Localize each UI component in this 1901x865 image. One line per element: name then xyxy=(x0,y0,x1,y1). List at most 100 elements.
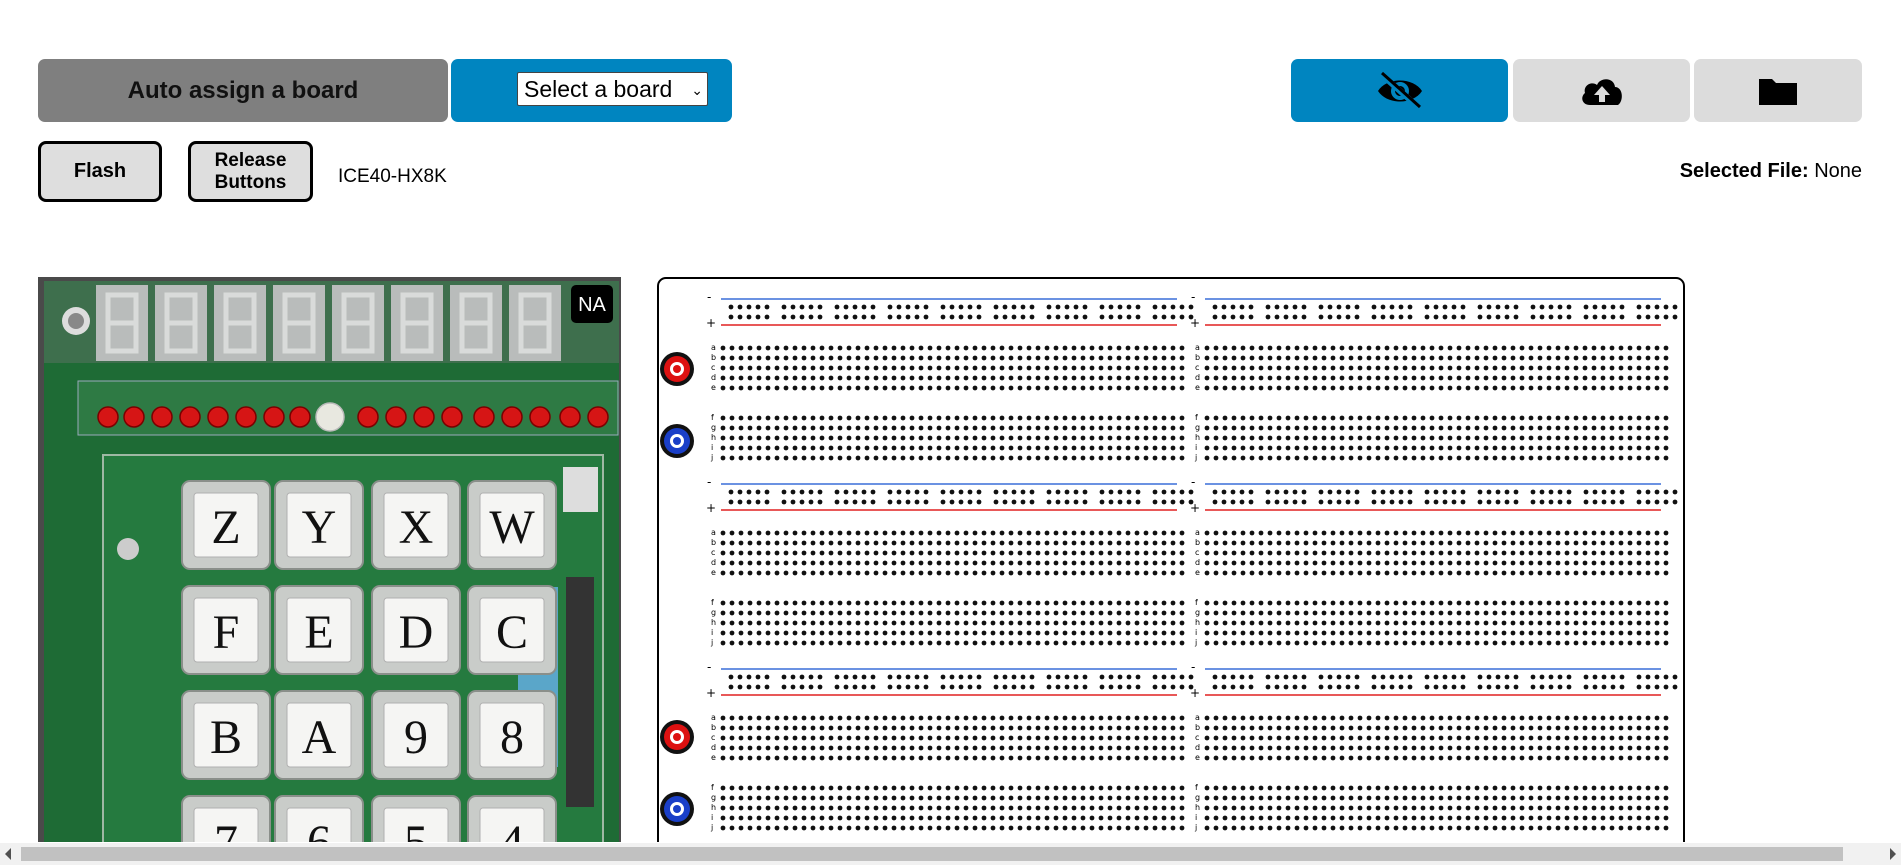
board-select[interactable]: Select a board ⌄ xyxy=(517,72,708,106)
seven-segment-digit xyxy=(273,285,325,361)
board-select-value: Select a board xyxy=(524,75,673,102)
rail-plus-label: + xyxy=(706,316,716,330)
row-label: f xyxy=(1195,598,1198,607)
row-label: j xyxy=(1194,638,1197,647)
key-label: W xyxy=(489,501,535,554)
red-led xyxy=(413,406,435,428)
red-led xyxy=(207,406,229,428)
key-button[interactable]: F xyxy=(181,585,271,675)
key-label: 4 xyxy=(500,816,524,842)
row-label: g xyxy=(711,608,716,617)
open-folder-button[interactable] xyxy=(1694,59,1862,122)
row-label: e xyxy=(1195,753,1200,762)
red-binding-post xyxy=(660,352,694,386)
scrollbar-thumb[interactable] xyxy=(21,847,1843,861)
red-led xyxy=(501,406,523,428)
seven-segment-digit xyxy=(96,285,148,361)
row-label: a xyxy=(1195,713,1200,722)
key-label: Y xyxy=(302,501,337,554)
rail-minus-label: - xyxy=(707,660,711,674)
row-label: i xyxy=(1195,443,1197,452)
key-button[interactable]: 8 xyxy=(467,690,557,780)
key-button[interactable]: D xyxy=(371,585,461,675)
row-label: h xyxy=(1195,433,1200,442)
row-label: g xyxy=(711,423,716,432)
key-button[interactable]: 7 xyxy=(181,795,271,842)
auto-assign-board-button[interactable]: Auto assign a board xyxy=(38,59,448,122)
toggle-visibility-button[interactable] xyxy=(1291,59,1508,122)
row-label: j xyxy=(710,638,713,647)
row-label: e xyxy=(1195,568,1200,577)
row-label: c xyxy=(711,548,715,557)
key-button[interactable]: X xyxy=(371,480,461,570)
selected-file-info: Selected File: None xyxy=(1680,160,1862,183)
rail-plus-label: + xyxy=(1190,501,1200,515)
scroll-right-arrow-icon[interactable] xyxy=(1890,848,1896,860)
flash-button[interactable]: Flash xyxy=(38,141,162,202)
red-led xyxy=(473,406,495,428)
row-label: h xyxy=(711,803,716,812)
upload-button[interactable] xyxy=(1513,59,1690,122)
row-label: h xyxy=(1195,803,1200,812)
seven-segment-digit xyxy=(332,285,384,361)
red-led xyxy=(179,406,201,428)
red-led xyxy=(123,406,145,428)
row-label: h xyxy=(711,433,716,442)
key-label: 9 xyxy=(404,711,428,764)
key-label: F xyxy=(213,606,240,659)
key-label: Z xyxy=(211,501,240,554)
seven-segment-digit xyxy=(214,285,266,361)
row-label: f xyxy=(1195,413,1198,422)
key-button[interactable]: 4 xyxy=(467,795,557,842)
key-button[interactable]: C xyxy=(467,585,557,675)
key-button[interactable]: B xyxy=(181,690,271,780)
key-label: A xyxy=(302,711,337,764)
key-button[interactable]: 6 xyxy=(274,795,364,842)
key-label: 8 xyxy=(500,711,524,764)
row-label: g xyxy=(1195,793,1200,802)
row-label: i xyxy=(711,628,713,637)
fpga-board-graphic: Z Y X W F E D C B A 9 8 7 6 5 4 NA xyxy=(38,277,621,842)
row-label: i xyxy=(711,443,713,452)
row-label: d xyxy=(711,558,716,567)
red-binding-post xyxy=(660,720,694,754)
row-label: b xyxy=(1195,723,1200,732)
scroll-left-arrow-icon[interactable] xyxy=(5,848,11,860)
key-label: B xyxy=(210,711,242,764)
row-label: d xyxy=(711,373,716,382)
blue-binding-post xyxy=(660,424,694,458)
row-label: j xyxy=(710,453,713,462)
release-label-line2: Buttons xyxy=(214,171,287,193)
key-button[interactable]: 9 xyxy=(371,690,461,780)
row-label: g xyxy=(1195,423,1200,432)
row-label: b xyxy=(711,353,716,362)
row-label: h xyxy=(711,618,716,627)
breadboard-view: - + a b c d e f g h i j - + a b c d e f g h i j - + a b c d e f g h i j - + a b… xyxy=(657,277,1685,842)
row-label: i xyxy=(1195,628,1197,637)
red-led xyxy=(559,406,581,428)
seven-segment-digit xyxy=(450,285,502,361)
key-button[interactable]: A xyxy=(274,690,364,780)
selected-file-label: Selected File: xyxy=(1679,160,1809,182)
rail-plus-label: + xyxy=(706,501,716,515)
key-button[interactable]: E xyxy=(274,585,364,675)
row-label: c xyxy=(1195,363,1199,372)
row-label: g xyxy=(711,793,716,802)
seven-segment-digit xyxy=(155,285,207,361)
key-button[interactable]: Y xyxy=(274,480,364,570)
blue-binding-post xyxy=(660,792,694,826)
folder-icon xyxy=(1759,78,1797,105)
red-led xyxy=(385,406,407,428)
horizontal-scrollbar[interactable] xyxy=(0,843,1901,865)
red-led xyxy=(441,406,463,428)
board-name: ICE40-HX8K xyxy=(338,166,447,187)
row-label: b xyxy=(1195,353,1200,362)
row-label: i xyxy=(1195,813,1197,822)
key-button[interactable]: W xyxy=(467,480,557,570)
row-label: h xyxy=(1195,618,1200,627)
row-label: f xyxy=(1195,783,1198,792)
key-button[interactable]: Z xyxy=(181,480,271,570)
red-led xyxy=(289,406,311,428)
release-buttons-button[interactable]: Release Buttons xyxy=(188,141,313,202)
key-button[interactable]: 5 xyxy=(371,795,461,842)
